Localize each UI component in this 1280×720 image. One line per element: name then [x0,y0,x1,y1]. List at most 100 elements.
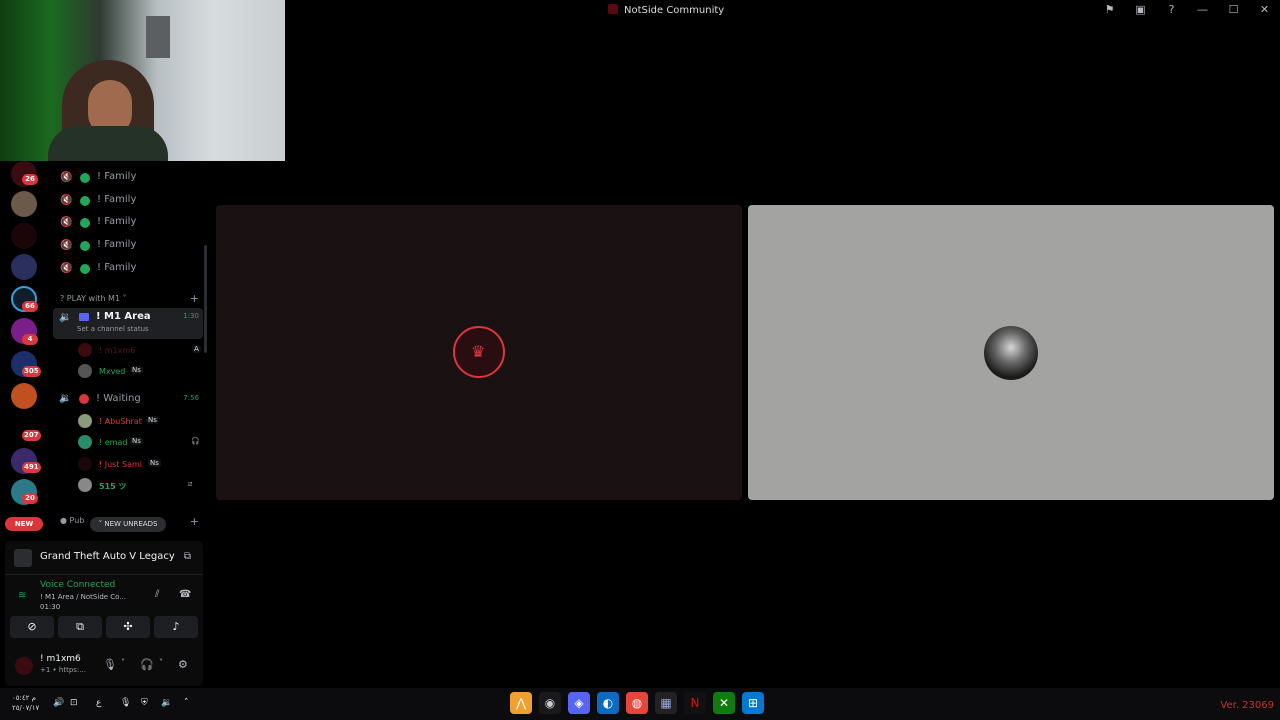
server-tag: Ns [148,459,161,467]
server-tag: Ns [130,366,143,374]
volume-icon[interactable]: 🔊 [53,698,64,708]
chevron-down-icon[interactable]: ˅ [159,658,163,667]
game-icon [14,549,32,567]
category-label: PLAY with M1 [66,294,121,303]
avatar [78,364,92,378]
server-icon[interactable] [11,383,37,409]
server-icon[interactable] [11,191,37,217]
window-controls: ⚑ ▣ ? — ☐ ✕ [1094,3,1280,16]
app-icon[interactable]: ⋀ [510,692,532,714]
microphone-icon[interactable]: 🎙 [120,698,131,708]
avatar [78,478,92,492]
server-tag: Ns [130,437,143,445]
disconnect-icon[interactable]: ☎ [179,589,191,600]
app-icon[interactable]: ◉ [539,692,561,714]
voice-user[interactable]: ! m1xm6 A [78,341,208,361]
username: ! AbuShrat [99,417,142,426]
new-servers-pill[interactable]: NEW [5,517,43,531]
add-channel-icon[interactable]: + [190,515,199,528]
status-dot [80,218,90,228]
new-unreads-label: NEW UNREADS [104,520,158,528]
server-icon[interactable] [11,223,37,249]
screen-share-button[interactable]: ⧉ [58,616,102,638]
maximize-button[interactable]: ☐ [1218,3,1249,16]
help-icon[interactable]: ? [1156,3,1187,16]
wall-frame [146,16,170,58]
speaker-muted-icon: 🔇 [60,263,73,274]
speaker-icon: 🔉 [59,393,72,404]
clock[interactable]: م ٠٥:٤٢ ٢٥/٠٧/١٧ [12,693,39,713]
speaker-muted-icon: 🔇 [60,240,73,251]
xbox-icon[interactable]: ✕ [713,692,735,714]
keyboard-language[interactable]: ع [96,698,101,708]
channel-status[interactable]: Set a channel status [77,325,149,333]
participant-tile[interactable]: ♛ [216,205,742,500]
scrollbar[interactable] [204,245,207,353]
voice-timer: 01:30 [40,603,61,611]
active-voice-channel[interactable]: 🔉 ! M1 Area Set a channel status 1:30 [53,308,203,339]
avatar[interactable] [15,657,33,675]
voice-user-row[interactable]: 🔇 ! Family [54,259,204,279]
participant-tile[interactable] [748,205,1274,500]
voice-user[interactable]: Mxved Ns [78,362,208,382]
add-channel-icon[interactable]: + [190,292,199,305]
deafened-icon: 🎧 [191,437,200,445]
chrome-icon[interactable]: ◍ [626,692,648,714]
category-header[interactable]: ● Pub [60,516,84,525]
flag-icon[interactable]: ⚑ [1094,3,1125,16]
voice-channel-waiting[interactable]: 🔉 ! Waiting 7:56 [53,389,203,409]
discord-icon[interactable]: ◈ [568,692,590,714]
voice-user-row[interactable]: 🔇 ! Family [54,191,204,211]
chevron-down-icon[interactable]: ˅ [121,658,125,667]
chevron-up-icon[interactable]: ˄ [184,698,189,708]
camera-off-button[interactable]: ⊘ [10,616,54,638]
status-dot [80,264,90,274]
channel-name: ! Family [97,194,137,205]
avatar [78,414,92,428]
windows-icon[interactable]: ⊞ [742,692,764,714]
voice-channel[interactable]: ! M1 Area / NotSide Co... [40,593,126,601]
minimize-button[interactable]: — [1187,3,1218,16]
inbox-icon[interactable]: ▣ [1125,3,1156,16]
server-tag: Ns [146,416,159,424]
voice-user-row[interactable]: 🔇 ! Family [54,236,204,256]
mention-badge: 20 [22,493,38,504]
status-dot [80,173,90,183]
voice-user[interactable]: 515 ツ ⧄ [78,476,208,496]
voice-user[interactable]: ! AbuShrat Ns [78,412,208,432]
microphone-icon[interactable]: 🎙 [103,658,117,671]
new-unreads-pill[interactable]: ˅ NEW UNREADS [90,517,166,532]
voice-status[interactable]: Voice Connected [40,580,115,590]
netflix-icon[interactable]: N [684,692,706,714]
stream-game-icon[interactable]: ⧉ [184,551,191,562]
security-icon[interactable]: ⛨ [141,698,148,708]
channel-name: ! Waiting [96,393,141,404]
soundboard-button[interactable]: ♪ [154,616,198,638]
server-logo-icon [608,4,618,14]
close-button[interactable]: ✕ [1249,3,1280,16]
participant-avatar [984,326,1038,380]
signal-icon[interactable]: ≋ [18,590,26,601]
edge-icon[interactable]: ◐ [597,692,619,714]
current-username[interactable]: ! m1xm6 [40,654,81,664]
category-header[interactable]: ? PLAY with M1 ˅ [60,294,127,303]
mention-badge: 26 [22,174,38,185]
headphones-icon[interactable]: 🎧 [140,658,154,671]
mention-badge: 207 [22,430,41,441]
current-user-status: +1 • https:... [40,666,86,674]
voice-user-row[interactable]: 🔇 ! Family [54,168,204,188]
alarm-icon [79,394,89,404]
voice-user[interactable]: ! Just Sami Ns [78,455,208,475]
settings-gear-icon[interactable]: ⚙ [178,658,188,671]
speaker-icon[interactable]: 🔉 [161,698,172,708]
participant-avatar: ♛ [453,326,505,378]
voice-user-row[interactable]: 🔇 ! Family [54,213,204,233]
activities-button[interactable]: ✣ [106,616,150,638]
server-icon[interactable] [11,254,37,280]
mention-badge: 491 [22,462,41,473]
noise-suppression-icon[interactable]: ⫽ [155,589,159,600]
store-icon[interactable]: ▦ [655,692,677,714]
voice-user[interactable]: ! emad Ns 🎧 [78,433,208,453]
clock-date: ٢٥/٠٧/١٧ [12,704,40,712]
network-icon[interactable]: ⊡ [70,698,78,708]
